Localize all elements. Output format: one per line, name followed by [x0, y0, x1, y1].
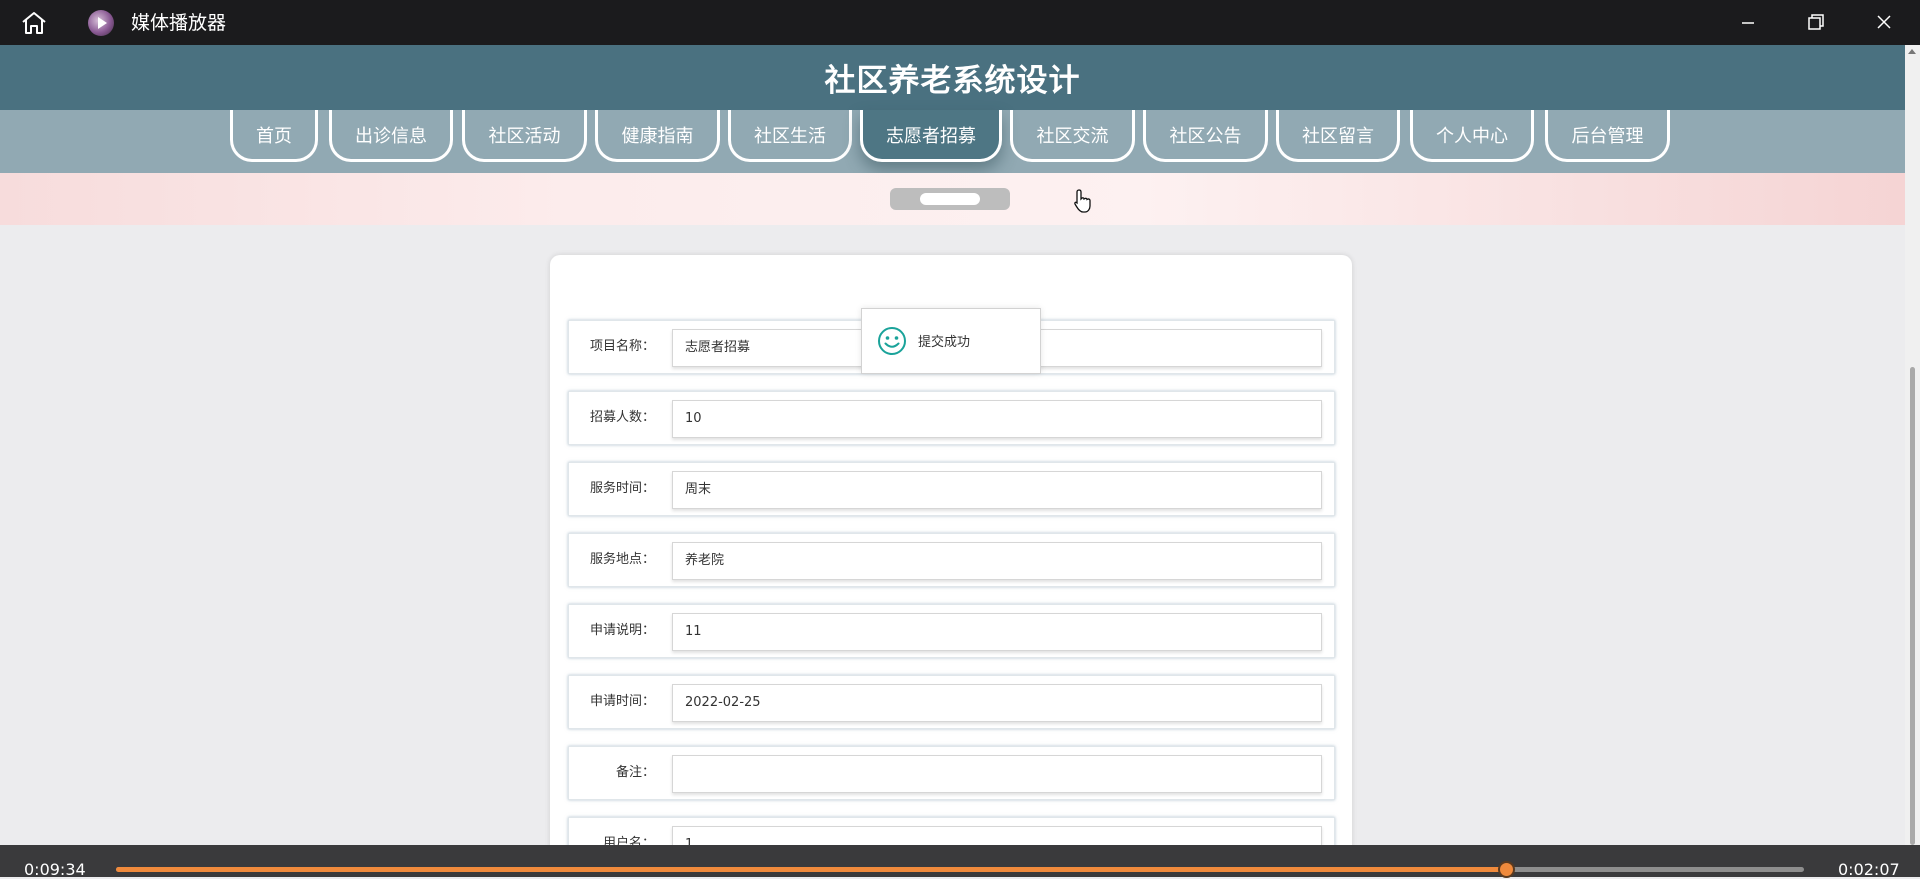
carousel-indicator[interactable]	[890, 188, 1010, 210]
success-toast: 提交成功	[861, 308, 1041, 374]
minimize-icon[interactable]	[1728, 8, 1768, 38]
form-label: 项目名称：	[589, 339, 655, 354]
nav-item-volunteer-recruitment[interactable]: 志愿者招募	[860, 110, 1002, 162]
form-label: 申请说明：	[589, 623, 655, 638]
nav-item-community-life[interactable]: 社区生活	[728, 110, 852, 162]
remaining-time: 0:02:07	[1838, 860, 1900, 879]
site-header: 社区养老系统设计	[0, 45, 1905, 110]
service-time-input[interactable]: 周末	[672, 471, 1322, 509]
seek-bar-thumb[interactable]	[1498, 861, 1516, 878]
window-title-bar: 媒体播放器	[0, 0, 1920, 45]
elapsed-time: 0:09:34	[24, 860, 86, 879]
toast-message: 提交成功	[918, 335, 971, 350]
form-label: 用户名：	[602, 836, 655, 845]
application-time-input[interactable]: 2022-02-25	[672, 684, 1322, 722]
nav-item-community-notice[interactable]: 社区公告	[1143, 110, 1268, 162]
form-row-application-time: 申请时间： 2022-02-25	[568, 675, 1335, 729]
nav-item-community-exchange[interactable]: 社区交流	[1010, 110, 1135, 162]
restore-icon[interactable]	[1796, 8, 1836, 38]
form-row-recruit-count: 招募人数： 10	[568, 391, 1335, 445]
scrollbar-thumb[interactable]	[1910, 367, 1915, 845]
home-icon[interactable]	[20, 10, 48, 36]
form-row-username: 用户名： 1	[568, 817, 1335, 845]
remarks-input[interactable]	[672, 755, 1322, 793]
nav-item-community-activities[interactable]: 社区活动	[462, 110, 587, 162]
page-viewport: 社区养老系统设计 首页 出诊信息 社区活动 健康指南 社区生活 志愿者招募 社区…	[0, 45, 1905, 845]
seek-bar[interactable]	[116, 861, 1804, 878]
media-player-controls: 0:09:34 0:02:07	[0, 845, 1920, 879]
form-row-service-time: 服务时间： 周末	[568, 462, 1335, 516]
carousel-indicator-active[interactable]	[920, 193, 980, 205]
form-label: 服务时间：	[589, 481, 655, 496]
site-title: 社区养老系统设计	[824, 63, 1081, 99]
form-label: 申请时间：	[589, 694, 655, 709]
application-note-input[interactable]: 11	[672, 613, 1322, 651]
page-scrollbar[interactable]	[1905, 45, 1920, 845]
close-icon[interactable]	[1864, 8, 1904, 38]
form-label: 备注：	[615, 765, 655, 780]
nav-item-health-guide[interactable]: 健康指南	[595, 110, 720, 162]
form-row-remarks: 备注：	[568, 746, 1335, 800]
username-input[interactable]: 1	[672, 826, 1322, 845]
form-row-application-note: 申请说明： 11	[568, 604, 1335, 658]
nav-item-home[interactable]: 首页	[230, 110, 318, 162]
smiley-icon	[878, 327, 906, 355]
main-nav: 首页 出诊信息 社区活动 健康指南 社区生活 志愿者招募 社区交流 社区公告 社…	[0, 110, 1905, 173]
form-row-service-location: 服务地点： 养老院	[568, 533, 1335, 587]
nav-item-clinic-info[interactable]: 出诊信息	[329, 110, 453, 162]
seek-bar-progress	[116, 867, 1507, 872]
form-label: 招募人数：	[589, 410, 655, 425]
scroll-up-icon[interactable]	[1908, 49, 1916, 54]
window-title: 媒体播放器	[131, 12, 227, 34]
service-location-input[interactable]: 养老院	[672, 542, 1322, 580]
recruit-count-input[interactable]: 10	[672, 400, 1322, 438]
nav-item-admin[interactable]: 后台管理	[1545, 110, 1670, 162]
media-player-logo-icon	[88, 10, 114, 36]
hand-cursor-icon	[1074, 189, 1091, 213]
nav-item-community-messages[interactable]: 社区留言	[1276, 110, 1400, 162]
nav-item-personal-center[interactable]: 个人中心	[1410, 110, 1534, 162]
form-label: 服务地点：	[589, 552, 655, 567]
